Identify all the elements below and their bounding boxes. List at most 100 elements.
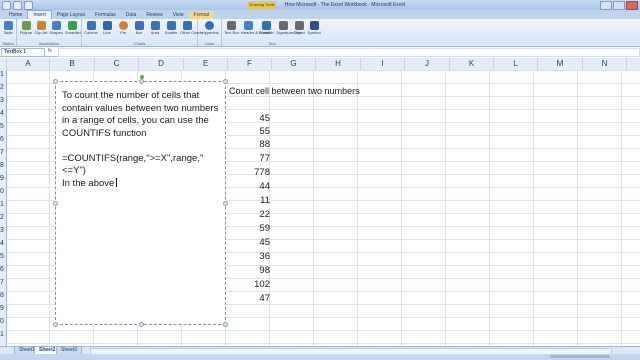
row-header[interactable]: 1	[0, 330, 6, 340]
zoom-slider[interactable]	[550, 355, 610, 358]
row-header[interactable]: 6	[0, 135, 6, 145]
resize-handle[interactable]	[53, 79, 58, 84]
column-header[interactable]: H	[316, 58, 361, 70]
pie-chart-button[interactable]: Pie	[116, 21, 130, 35]
header-footer-button[interactable]: Header & Footer	[241, 21, 271, 35]
close-icon[interactable]	[626, 1, 638, 10]
row-header[interactable]: 0	[0, 187, 6, 197]
row-header[interactable]: 8	[0, 291, 6, 301]
resize-handle[interactable]	[139, 79, 144, 84]
cell-value[interactable]: 59	[240, 223, 270, 234]
row-header[interactable]: 5	[0, 122, 6, 132]
object-button[interactable]: Object	[292, 21, 306, 35]
smartart-button[interactable]: SmartArt	[65, 21, 81, 35]
column-header[interactable]: G	[272, 58, 316, 70]
table-button[interactable]: Table	[1, 21, 15, 35]
tab-insert[interactable]: Insert	[27, 10, 52, 19]
bar-chart-button[interactable]: Bar	[132, 21, 146, 35]
tab-page-layout[interactable]: Page Layout	[52, 11, 90, 19]
office-button-icon[interactable]	[2, 1, 11, 10]
formula-input[interactable]	[58, 48, 640, 57]
signature-line-button[interactable]: Signature Line	[276, 21, 302, 35]
column-chart-button[interactable]: Column	[84, 21, 98, 35]
row-header[interactable]: 3	[0, 226, 6, 236]
column-header[interactable]: B	[50, 58, 95, 70]
tab-home[interactable]: Home	[4, 11, 27, 19]
column-header[interactable]: L	[494, 58, 538, 70]
row-header[interactable]: 7	[0, 278, 6, 288]
row-header[interactable]: 7	[0, 148, 6, 158]
line-chart-button[interactable]: Line	[100, 21, 114, 35]
cell-value[interactable]: 11	[240, 195, 270, 206]
cell-value[interactable]: 45	[240, 113, 270, 124]
resize-handle[interactable]	[53, 201, 58, 206]
cell-value[interactable]: 47	[240, 293, 270, 304]
row-header[interactable]: 1	[0, 70, 6, 80]
column-header[interactable]: I	[361, 58, 405, 70]
resize-handle[interactable]	[223, 322, 228, 327]
tab-view[interactable]: View	[168, 11, 189, 19]
minimize-icon[interactable]	[600, 1, 612, 10]
resize-handle[interactable]	[53, 322, 58, 327]
cell-value[interactable]: 102	[240, 279, 270, 290]
tab-formulas[interactable]: Formulas	[90, 11, 121, 19]
cell-value[interactable]: 36	[240, 251, 270, 262]
cell-value[interactable]: 22	[240, 209, 270, 220]
save-icon[interactable]	[13, 1, 22, 10]
cell-value[interactable]: 77	[240, 153, 270, 164]
row-header[interactable]: 1	[0, 200, 6, 210]
column-header[interactable]: N	[583, 58, 627, 70]
fx-icon[interactable]: fx	[48, 48, 52, 54]
name-box[interactable]: TextBox 1	[1, 48, 45, 57]
table-icon	[3, 21, 13, 30]
column-header[interactable]: M	[538, 58, 583, 70]
cell-value[interactable]: 44	[240, 181, 270, 192]
shapes-button[interactable]: Shapes	[49, 21, 63, 35]
column-header[interactable]: D	[139, 58, 184, 70]
row-header[interactable]: 4	[0, 109, 6, 119]
cell-heading[interactable]: Count cell between two numbers	[229, 86, 360, 96]
column-header[interactable]: C	[95, 58, 139, 70]
hyperlink-button[interactable]: Hyperlink	[202, 21, 219, 35]
symbol-button[interactable]: Symbol	[307, 21, 321, 35]
textbox-button[interactable]: Text Box	[224, 21, 239, 35]
scatter-chart-button[interactable]: Scatter	[164, 21, 178, 35]
wordart-button[interactable]: WordArt	[259, 21, 274, 35]
other-charts-button[interactable]: Other Charts	[180, 21, 203, 35]
cell-value[interactable]: 88	[240, 139, 270, 150]
select-all-corner[interactable]	[0, 58, 7, 70]
row-header[interactable]: 8	[0, 161, 6, 171]
undo-icon[interactable]	[24, 1, 33, 10]
row-header[interactable]: 2	[0, 213, 6, 223]
row-header[interactable]: 9	[0, 304, 6, 314]
column-header[interactable]: A	[7, 58, 50, 70]
resize-handle[interactable]	[139, 322, 144, 327]
row-header[interactable]: 5	[0, 252, 6, 262]
column-header[interactable]: J	[405, 58, 450, 70]
resize-handle[interactable]	[223, 201, 228, 206]
maximize-icon[interactable]	[613, 1, 625, 10]
cell-value[interactable]: 778	[240, 167, 270, 178]
cell-value[interactable]: 45	[240, 237, 270, 248]
ribbon-group-tables: Table Tables	[0, 19, 17, 46]
column-header[interactable]: K	[450, 58, 494, 70]
row-header[interactable]: 6	[0, 265, 6, 275]
tab-review[interactable]: Review	[141, 11, 167, 19]
cell-value[interactable]: 98	[240, 265, 270, 276]
column-header[interactable]: E	[184, 58, 228, 70]
row-header[interactable]: 4	[0, 239, 6, 249]
row-header[interactable]: 3	[0, 96, 6, 106]
row-header[interactable]: 2	[0, 83, 6, 93]
area-chart-button[interactable]: Area	[148, 21, 162, 35]
resize-handle[interactable]	[223, 79, 228, 84]
tab-data[interactable]: Data	[121, 11, 142, 19]
tab-format[interactable]: Format	[188, 11, 215, 19]
ribbon-group-illustrations: Picture Clip Art Shapes SmartArt Illustr…	[17, 19, 82, 46]
text-box-content[interactable]: To count the number of cells that contai…	[62, 90, 222, 190]
row-header[interactable]: 0	[0, 317, 6, 327]
row-header[interactable]: 9	[0, 174, 6, 184]
picture-button[interactable]: Picture	[19, 21, 33, 35]
column-header[interactable]: F	[228, 58, 272, 70]
clipart-button[interactable]: Clip Art	[34, 21, 48, 35]
cell-value[interactable]: 55	[240, 126, 270, 137]
